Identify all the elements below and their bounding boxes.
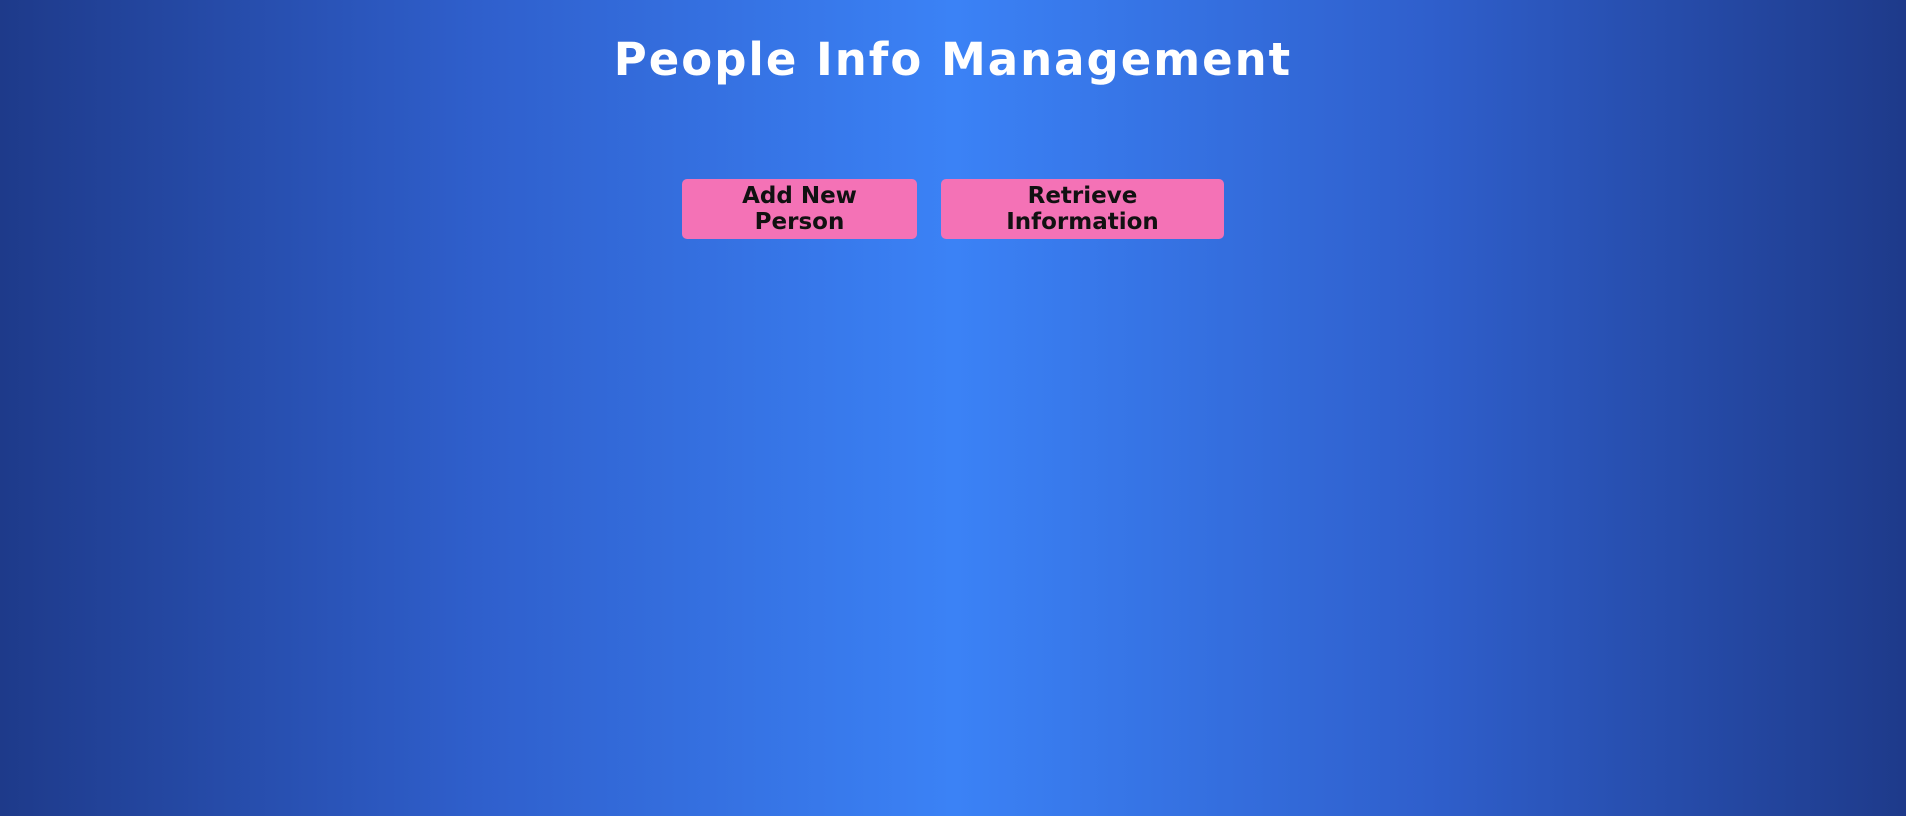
add-new-person-button[interactable]: Add New Person	[682, 179, 917, 239]
action-bar: Add New Person Retrieve Information	[0, 179, 1906, 239]
page-title: People Info Management	[613, 33, 1293, 86]
retrieve-information-button[interactable]: Retrieve Information	[941, 179, 1224, 239]
